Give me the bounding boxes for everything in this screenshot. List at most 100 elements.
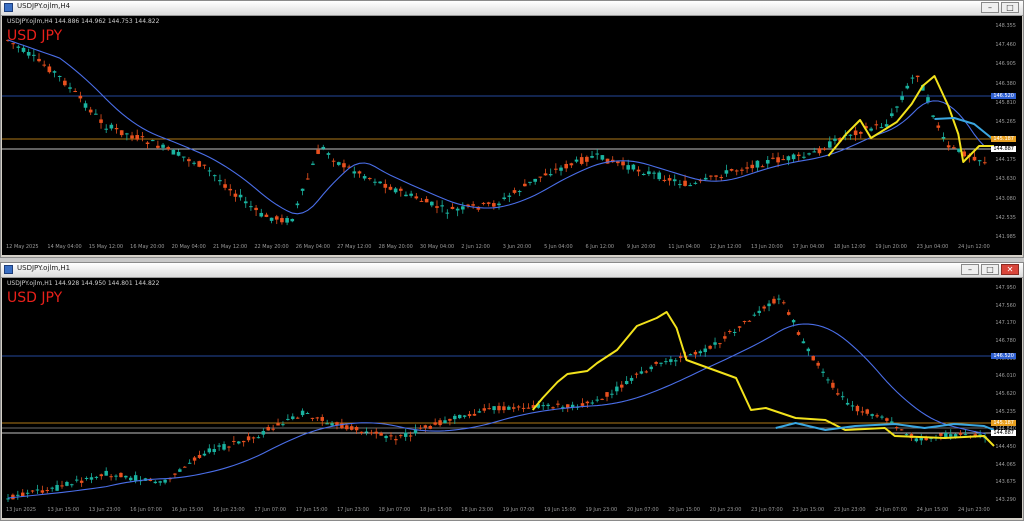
candle-body: [879, 127, 884, 129]
candlestick: [858, 130, 863, 139]
candle-body: [616, 161, 620, 164]
candle-body: [26, 51, 31, 56]
candlestick: [84, 476, 89, 481]
candle-body: [404, 194, 408, 197]
candlestick: [574, 156, 579, 164]
candle-body: [320, 417, 324, 421]
candle-body: [600, 398, 604, 400]
candlestick: [109, 474, 113, 481]
candlestick: [223, 178, 227, 191]
candle-body: [822, 148, 827, 150]
candlestick: [26, 48, 31, 59]
maximize-button[interactable]: □: [981, 264, 999, 275]
candlestick: [664, 357, 668, 365]
candlestick: [45, 487, 49, 494]
candlestick: [52, 70, 57, 78]
candle-body: [802, 156, 806, 158]
candlestick: [554, 163, 558, 174]
candle-body: [919, 437, 923, 441]
candle-body: [246, 436, 251, 441]
candlestick: [860, 406, 865, 416]
candle-body: [455, 208, 460, 211]
candlestick: [615, 381, 619, 396]
candle-body: [261, 431, 266, 435]
candlestick: [755, 160, 760, 172]
candlestick: [919, 433, 923, 445]
h4-chart-canvas[interactable]: [2, 16, 1022, 255]
candle-body: [786, 156, 791, 161]
h4-price-chart[interactable]: USDJPY.ojlm,H4 144.886 144.962 144.753 1…: [2, 16, 1022, 255]
candle-body: [399, 435, 403, 437]
candlestick: [237, 440, 241, 445]
candle-body: [321, 146, 326, 149]
candle-body: [556, 403, 560, 405]
candlestick: [166, 145, 171, 151]
candlestick: [114, 123, 119, 134]
h4-title-bar[interactable]: USDJPY.ojlm,H4 – □: [1, 1, 1023, 16]
maximize-button[interactable]: □: [1001, 2, 1019, 13]
candlestick: [419, 197, 424, 202]
price-axis-label: 143.675: [995, 479, 1016, 486]
close-button[interactable]: ✕: [1001, 264, 1019, 275]
candle-body: [672, 179, 677, 182]
candle-body: [621, 161, 625, 166]
candle-body: [161, 144, 165, 148]
candlestick: [73, 88, 77, 93]
candlestick: [16, 490, 20, 500]
candle-body: [615, 386, 619, 392]
candlestick: [241, 440, 246, 447]
candle-body: [472, 413, 477, 416]
candlestick: [140, 131, 145, 142]
minimize-button[interactable]: –: [961, 264, 979, 275]
candlestick: [364, 427, 369, 436]
price-axis-label: 145.620: [995, 391, 1016, 397]
candlestick: [845, 398, 850, 406]
candlestick: [931, 114, 935, 119]
minimize-button[interactable]: –: [981, 2, 999, 13]
candle-body: [487, 408, 491, 410]
time-axis-label: 19 Jun 20:00: [875, 244, 907, 250]
h1-title-bar[interactable]: USDJPY.ojlm,H1 – □ ✕: [1, 263, 1023, 278]
candlestick: [150, 139, 155, 142]
candle-body: [251, 437, 256, 439]
candlestick: [546, 402, 550, 410]
candlestick: [404, 191, 408, 197]
moving-average-line: [7, 323, 986, 499]
candlestick: [254, 205, 258, 216]
candle-body: [243, 201, 248, 204]
candlestick: [517, 189, 522, 197]
candle-body: [305, 178, 310, 180]
candlestick: [512, 187, 517, 195]
h4-chart-window[interactable]: USDJPY.ojlm,H4 – □ USDJPY.ojlm,H4 144.88…: [0, 0, 1024, 258]
candle-body: [543, 173, 548, 176]
candlestick: [502, 401, 506, 414]
candlestick: [674, 358, 678, 367]
candlestick: [806, 347, 811, 356]
candlestick: [855, 404, 860, 416]
candle-body: [972, 156, 977, 161]
candlestick: [290, 218, 295, 223]
candlestick: [163, 479, 167, 485]
candlestick: [850, 401, 855, 411]
candlestick: [414, 192, 419, 200]
candlestick: [688, 182, 693, 187]
time-axis-label: 23 Jun 07:00: [751, 507, 783, 513]
candlestick: [281, 421, 285, 427]
candle-body: [949, 434, 953, 437]
candle-body: [158, 481, 162, 483]
candlestick: [890, 417, 894, 423]
candle-body: [641, 173, 646, 175]
candlestick: [310, 417, 315, 422]
candlestick: [481, 202, 486, 206]
candlestick: [467, 411, 472, 419]
candlestick: [729, 168, 734, 172]
candle-body: [37, 58, 41, 62]
candle-body: [42, 64, 46, 66]
candlestick: [398, 186, 403, 197]
h1-chart-canvas[interactable]: [2, 278, 1022, 518]
candle-body: [166, 147, 171, 150]
candle-body: [579, 157, 584, 164]
h1-chart-window[interactable]: USDJPY.ojlm,H1 – □ ✕ USDJPY.ojlm,H1 144.…: [0, 262, 1024, 521]
h1-price-chart[interactable]: USDJPY.ojlm,H1 144.928 144.950 144.801 1…: [2, 278, 1022, 518]
candlestick: [507, 405, 511, 411]
